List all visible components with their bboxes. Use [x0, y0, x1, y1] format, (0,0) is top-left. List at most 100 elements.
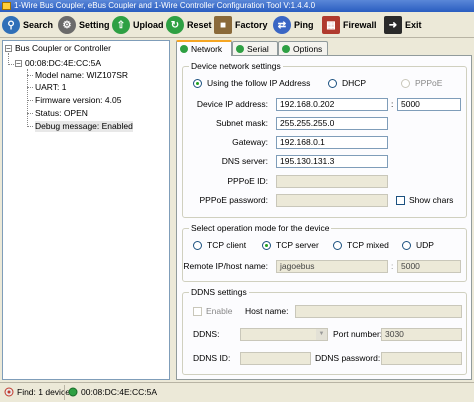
status-device-text: 00:08:DC:4E:CC:5A [81, 387, 158, 397]
firewall-icon: ▦ [322, 16, 340, 34]
ddns-provider-label: DDNS: [193, 329, 220, 339]
ip-address-field[interactable]: 192.168.0.202 [276, 98, 388, 111]
upload-button[interactable]: ⇧ Upload [112, 15, 164, 35]
gateway-label: Gateway: [232, 137, 268, 147]
subnet-mask-field[interactable]: 255.255.255.0 [276, 117, 388, 130]
local-port-field[interactable]: 5000 [397, 98, 461, 111]
window-title: 1-Wire Bus Coupler, eBus Coupler and 1-W… [14, 1, 316, 10]
upload-button-label: Upload [133, 20, 164, 30]
operation-mode-group: Select operation mode for the device TCP… [182, 223, 467, 282]
toolbar: ⚲ Search ⚙ Setting ⇧ Upload ↻ Reset ■ Fa… [0, 12, 474, 38]
show-chars-label: Show chars [409, 195, 454, 205]
pppoe-id-field[interactable] [276, 175, 388, 188]
factory-icon: ■ [214, 16, 232, 34]
ddns-host-field[interactable] [295, 305, 462, 318]
tcp-server-label: TCP server [276, 240, 319, 250]
remote-port-separator: : [391, 261, 394, 271]
tcp-mixed-label: TCP mixed [347, 240, 389, 250]
ip-address-label: Device IP address: [196, 99, 268, 109]
tab-options-label: Options [293, 43, 323, 54]
tcp-server-radio[interactable] [262, 241, 271, 250]
tab-network[interactable]: Network [176, 40, 232, 56]
ddns-port-field[interactable]: 3030 [381, 328, 462, 341]
tree-line [27, 126, 33, 127]
ddns-password-field[interactable] [381, 352, 462, 365]
ddns-id-field[interactable] [240, 352, 311, 365]
search-icon: ⚲ [2, 16, 20, 34]
window-title-bar: 1-Wire Bus Coupler, eBus Coupler and 1-W… [0, 0, 474, 12]
gateway-field[interactable]: 192.168.0.1 [276, 136, 388, 149]
pppoe-password-label: PPPoE password: [199, 195, 268, 205]
status-find-text: Find: 1 devices [17, 387, 75, 397]
upload-icon: ⇧ [112, 16, 130, 34]
tab-network-label: Network [191, 44, 223, 54]
exit-button-label: Exit [405, 20, 422, 30]
remote-port-field[interactable]: 5000 [397, 260, 461, 273]
pppoe-radio[interactable] [401, 79, 410, 88]
collapse-root-icon[interactable]: – [5, 45, 12, 52]
tab-options[interactable]: Options [278, 41, 328, 55]
radar-icon [4, 387, 14, 397]
subnet-mask-label: Subnet mask: [216, 118, 268, 128]
tree-device[interactable]: 00:08:DC:4E:CC:5A [25, 58, 101, 69]
exit-button[interactable]: ➜ Exit [384, 15, 422, 35]
ddns-provider-dropdown[interactable]: ▼ [240, 328, 328, 341]
dns-server-field[interactable]: 195.130.131.3 [276, 155, 388, 168]
tcp-client-label: TCP client [207, 240, 247, 250]
ping-button-label: Ping [294, 20, 314, 30]
ddns-port-label: Port number: [333, 329, 383, 339]
factory-button-label: Factory [235, 20, 268, 30]
ddns-settings-group: DDNS settings Enable Host name: DDNS: ▼ … [182, 287, 467, 375]
serial-icon [236, 44, 244, 53]
static-ip-radio[interactable] [193, 79, 202, 88]
tree-property-selected[interactable]: Debug message: Enabled [35, 121, 133, 132]
remote-host-label: Remote IP/host name: [183, 261, 268, 271]
pppoe-label: PPPoE [415, 78, 443, 88]
search-button-label: Search [23, 20, 54, 30]
tab-serial[interactable]: Serial [232, 41, 278, 55]
reset-button[interactable]: ↻ Reset [166, 15, 212, 35]
ddns-password-label: DDNS password: [315, 353, 381, 363]
ddns-id-label: DDNS ID: [193, 353, 231, 363]
setting-button[interactable]: ⚙ Setting [58, 15, 110, 35]
factory-button[interactable]: ■ Factory [214, 15, 268, 35]
exit-icon: ➜ [384, 16, 402, 34]
ddns-enable-checkbox[interactable] [193, 307, 202, 316]
ddns-enable-label: Enable [206, 306, 233, 316]
show-chars-checkbox[interactable] [396, 196, 405, 205]
tree-property[interactable]: Firmware version: 4.05 [35, 95, 121, 106]
tree-property[interactable]: Status: OPEN [35, 108, 88, 119]
pppoe-password-field[interactable] [276, 194, 388, 207]
port-separator: : [391, 99, 394, 109]
tree-line [27, 87, 33, 88]
tree-line [8, 64, 14, 65]
status-separator [64, 385, 65, 400]
udp-radio[interactable] [402, 241, 411, 250]
tree-property[interactable]: UART: 1 [35, 82, 67, 93]
options-icon [282, 44, 290, 53]
tcp-mixed-radio[interactable] [333, 241, 342, 250]
tree-line [27, 69, 28, 127]
network-settings-title: Device network settings [189, 61, 283, 71]
reset-button-label: Reset [187, 20, 212, 30]
operation-mode-title: Select operation mode for the device [189, 223, 332, 233]
ddns-settings-title: DDNS settings [189, 287, 249, 297]
reset-icon: ↻ [166, 16, 184, 34]
network-icon [180, 45, 188, 53]
dns-server-label: DNS server: [221, 156, 268, 166]
tree-property[interactable]: Model name: WIZ107SR [35, 70, 128, 81]
tcp-client-radio[interactable] [193, 241, 202, 250]
status-bar: Find: 1 devices 00:08:DC:4E:CC:5A [0, 382, 474, 402]
udp-label: UDP [416, 240, 434, 250]
static-ip-label: Using the follow IP Address [207, 78, 311, 88]
firewall-button[interactable]: ▦ Firewall [322, 15, 377, 35]
tree-root[interactable]: Bus Coupler or Controller [15, 43, 111, 54]
search-button[interactable]: ⚲ Search [2, 15, 53, 35]
ping-button[interactable]: ⇄ Ping [273, 15, 314, 35]
dhcp-radio[interactable] [328, 79, 337, 88]
collapse-device-icon[interactable]: – [15, 60, 22, 67]
remote-host-field[interactable]: jagoebus [276, 260, 388, 273]
device-tree[interactable]: – Bus Coupler or Controller – 00:08:DC:4… [2, 40, 170, 380]
pppoe-id-label: PPPoE ID: [227, 176, 268, 186]
chevron-down-icon: ▼ [316, 329, 327, 340]
